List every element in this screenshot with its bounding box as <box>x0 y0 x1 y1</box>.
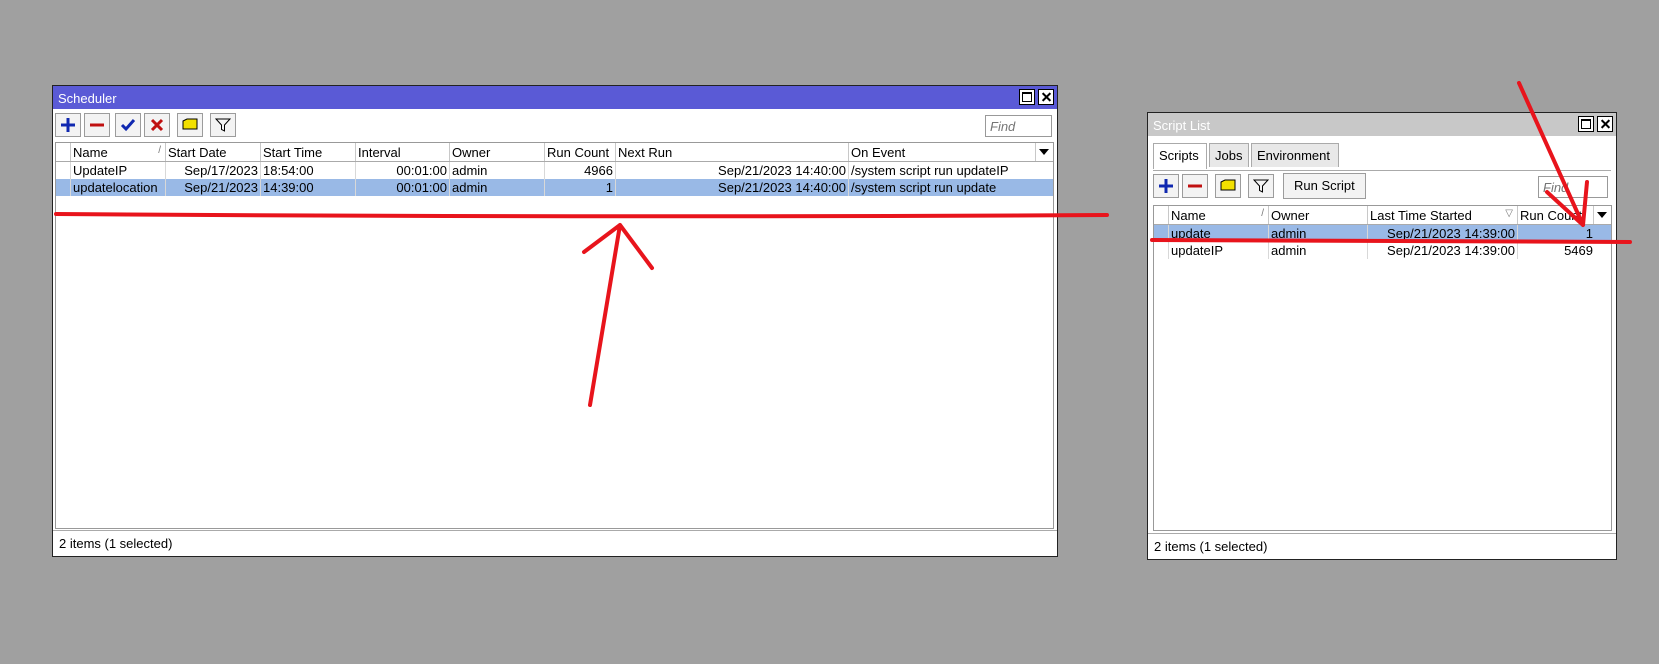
cell-owner: admin <box>449 162 544 179</box>
cell-start-time: 18:54:00 <box>260 162 355 179</box>
run-script-button[interactable]: Run Script <box>1283 173 1366 199</box>
cell-run-count: 4966 <box>544 162 615 179</box>
scheduler-table-header: Name / Start Date Start Time Interval Own… <box>56 143 1053 162</box>
disable-button[interactable] <box>144 113 170 137</box>
script-list-title: Script List <box>1153 118 1211 133</box>
cell-start-time: 14:39:00 <box>260 179 355 196</box>
maximize-icon[interactable] <box>1019 89 1035 105</box>
col-header-next-run[interactable]: Next Run <box>615 143 848 161</box>
close-icon[interactable] <box>1597 116 1613 132</box>
comment-button[interactable] <box>1215 174 1241 198</box>
script-list-status-bar: 2 items (1 selected) <box>1148 533 1616 559</box>
filter-icon <box>1253 179 1269 193</box>
cell-next-run: Sep/21/2023 14:40:00 <box>615 162 848 179</box>
script-list-titlebar[interactable]: Script List <box>1148 113 1616 136</box>
col-header-start-time[interactable]: Start Time <box>260 143 355 161</box>
script-list-find-input[interactable] <box>1538 176 1608 198</box>
add-button[interactable] <box>55 113 81 137</box>
table-row[interactable]: updatelocation Sep/21/2023 14:39:00 00:0… <box>56 179 1053 196</box>
script-list-window: Script List Scripts Jobs Environment Run… <box>1147 112 1617 560</box>
cell-run-count: 1 <box>1517 225 1595 242</box>
comment-icon <box>1220 179 1236 191</box>
columns-dropdown-icon[interactable] <box>1035 143 1053 161</box>
col-header-run-count[interactable]: Run Count <box>1517 206 1595 224</box>
enable-button[interactable] <box>115 113 141 137</box>
cell-next-run: Sep/21/2023 14:40:00 <box>615 179 848 196</box>
tab-scripts[interactable]: Scripts <box>1153 143 1207 169</box>
col-header-name[interactable]: Name / <box>1168 206 1268 224</box>
add-icon <box>61 118 75 132</box>
cell-start-date: Sep/17/2023 <box>165 162 260 179</box>
col-header-start-date[interactable]: Start Date <box>165 143 260 161</box>
status-text: 2 items (1 selected) <box>1154 539 1268 554</box>
remove-icon <box>1188 184 1202 188</box>
cell-name: update <box>1168 225 1268 242</box>
cell-name: updatelocation <box>70 179 165 196</box>
script-list-tabs: Scripts Jobs Environment <box>1153 143 1611 171</box>
table-row[interactable]: UpdateIP Sep/17/2023 18:54:00 00:01:00 a… <box>56 162 1053 179</box>
scheduler-titlebar[interactable]: Scheduler <box>53 86 1057 109</box>
enable-icon <box>120 119 136 132</box>
col-header-on-event[interactable]: On Event <box>848 143 1036 161</box>
cell-name: UpdateIP <box>70 162 165 179</box>
scheduler-find-input[interactable] <box>985 115 1052 137</box>
remove-icon <box>90 123 104 127</box>
close-icon[interactable] <box>1038 89 1054 105</box>
cell-owner: admin <box>1268 225 1367 242</box>
table-row[interactable]: updateIP admin Sep/21/2023 14:39:00 5469 <box>1154 242 1611 259</box>
scheduler-window: Scheduler Name/ Start Date Start Time In <box>52 85 1058 557</box>
scheduler-toolbar <box>53 112 1057 142</box>
columns-dropdown-icon[interactable] <box>1593 206 1611 224</box>
add-button[interactable] <box>1153 174 1179 198</box>
tab-environment[interactable]: Environment <box>1251 143 1339 167</box>
cell-owner: admin <box>1268 242 1367 259</box>
script-list-toolbar: Run Script <box>1148 173 1616 203</box>
remove-button[interactable] <box>84 113 110 137</box>
cell-on-event: /system script run updateIP <box>848 162 1036 179</box>
table-row[interactable]: update admin Sep/21/2023 14:39:00 1 <box>1154 225 1611 242</box>
cell-last-started: Sep/21/2023 14:39:00 <box>1367 225 1517 242</box>
col-header-interval[interactable]: Interval <box>355 143 449 161</box>
cell-last-started: Sep/21/2023 14:39:00 <box>1367 242 1517 259</box>
filter-button[interactable] <box>210 113 236 137</box>
cell-interval: 00:01:00 <box>355 179 449 196</box>
add-icon <box>1159 179 1173 193</box>
cell-name: updateIP <box>1168 242 1268 259</box>
col-header-run-count[interactable]: Run Count <box>544 143 615 161</box>
scheduler-status-bar: 2 items (1 selected) <box>53 530 1057 556</box>
cell-run-count: 1 <box>544 179 615 196</box>
remove-button[interactable] <box>1182 174 1208 198</box>
comment-icon <box>182 118 198 130</box>
col-header-last-time-started[interactable]: Last Time Started ▽ <box>1367 206 1517 224</box>
cell-start-date: Sep/21/2023 <box>165 179 260 196</box>
cell-on-event: /system script run update <box>848 179 1036 196</box>
script-list-table-header: Name / Owner Last Time Started ▽ Run Count <box>1154 206 1611 225</box>
comment-button[interactable] <box>177 113 203 137</box>
col-header-owner[interactable]: Owner <box>1268 206 1367 224</box>
scheduler-title: Scheduler <box>58 91 117 106</box>
filter-button[interactable] <box>1248 174 1274 198</box>
maximize-icon[interactable] <box>1578 116 1594 132</box>
tab-jobs[interactable]: Jobs <box>1209 143 1249 167</box>
cell-owner: admin <box>449 179 544 196</box>
col-header-owner[interactable]: Owner <box>449 143 544 161</box>
filter-icon <box>215 118 231 132</box>
disable-icon <box>150 118 164 132</box>
col-header-name[interactable]: Name / <box>70 143 165 161</box>
cell-interval: 00:01:00 <box>355 162 449 179</box>
status-text: 2 items (1 selected) <box>59 536 173 551</box>
scheduler-table: Name / Start Date Start Time Interval Own… <box>55 142 1054 529</box>
cell-run-count: 5469 <box>1517 242 1595 259</box>
script-list-table: Name / Owner Last Time Started ▽ Run Count… <box>1153 205 1612 531</box>
